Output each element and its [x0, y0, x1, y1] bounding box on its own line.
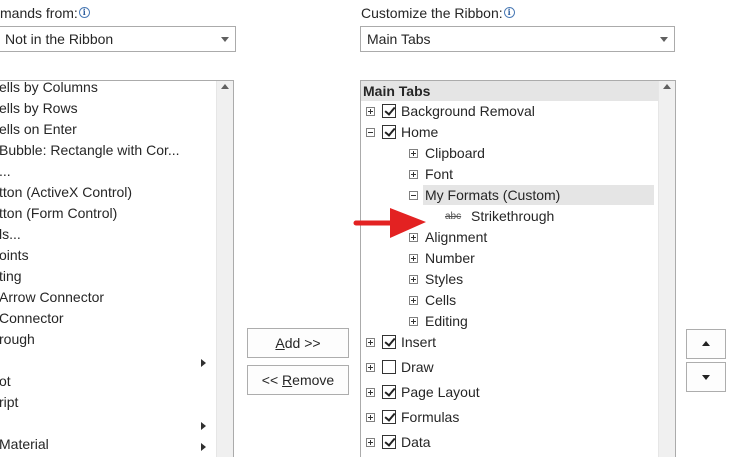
submenu-arrow-icon: [201, 422, 206, 430]
tab-checkbox[interactable]: [382, 385, 396, 399]
info-icon[interactable]: i: [78, 7, 90, 18]
list-item[interactable]: ells by Rows: [0, 100, 78, 116]
expand-plus-icon[interactable]: [409, 254, 418, 263]
add-button-label: Add >>: [275, 335, 321, 351]
customize-ribbon-label: Customize the Ribbon: i: [361, 5, 515, 21]
tree-item-label[interactable]: Number: [425, 250, 475, 266]
expand-plus-icon[interactable]: [409, 149, 418, 158]
move-down-button[interactable]: [686, 362, 726, 392]
ribbon-tree-scrollbar[interactable]: [658, 81, 675, 457]
tree-item-label[interactable]: Cells: [425, 292, 456, 308]
list-item[interactable]: ells on Enter: [0, 121, 77, 137]
tree-item-label[interactable]: My Formats (Custom): [425, 187, 560, 203]
tree-item-label[interactable]: Page Layout: [401, 384, 480, 400]
choose-commands-label: mands from: i: [0, 5, 90, 21]
customize-ribbon-combo[interactable]: Main Tabs: [360, 26, 675, 52]
chevron-down-icon[interactable]: [660, 37, 668, 42]
expand-plus-icon[interactable]: [409, 317, 418, 326]
list-item[interactable]: Bubble: Rectangle with Cor...: [0, 142, 180, 158]
expand-plus-icon[interactable]: [366, 438, 375, 447]
scroll-up-icon[interactable]: [663, 84, 671, 89]
tab-checkbox[interactable]: [382, 104, 396, 118]
list-item[interactable]: tton (ActiveX Control): [0, 184, 132, 200]
customize-ribbon-combo-value: Main Tabs: [367, 31, 431, 47]
tree-item-label[interactable]: Clipboard: [425, 145, 485, 161]
tree-header: Main Tabs: [361, 81, 658, 101]
expand-plus-icon[interactable]: [366, 338, 375, 347]
tree-item-label[interactable]: Background Removal: [401, 103, 535, 119]
expand-plus-icon[interactable]: [366, 363, 375, 372]
list-item[interactable]: ting: [0, 268, 22, 284]
annotation-arrow-icon: [353, 208, 426, 238]
list-item[interactable]: ript: [0, 394, 18, 410]
tab-checkbox[interactable]: [382, 435, 396, 449]
tree-header-label: Main Tabs: [363, 83, 431, 99]
tree-item-label[interactable]: Styles: [425, 271, 463, 287]
collapse-minus-icon[interactable]: [409, 191, 418, 200]
tab-checkbox[interactable]: [382, 335, 396, 349]
tab-checkbox[interactable]: [382, 360, 396, 374]
chevron-down-icon[interactable]: [221, 37, 229, 42]
expand-plus-icon[interactable]: [409, 170, 418, 179]
commands-list-scrollbar[interactable]: [216, 81, 233, 457]
strikethrough-abc-icon: abc: [445, 211, 462, 222]
tree-item-label[interactable]: Insert: [401, 334, 436, 350]
expand-plus-icon[interactable]: [366, 107, 375, 116]
info-icon[interactable]: i: [503, 7, 515, 18]
scroll-up-icon[interactable]: [221, 84, 229, 89]
move-down-arrow-icon: [702, 375, 710, 380]
submenu-arrow-icon: [201, 359, 206, 367]
expand-plus-icon[interactable]: [366, 388, 375, 397]
collapse-minus-icon[interactable]: [366, 128, 375, 137]
remove-button-label: << Remove: [261, 372, 335, 388]
tab-checkbox[interactable]: [382, 410, 396, 424]
tree-item-label[interactable]: Editing: [425, 313, 468, 329]
tab-checkbox[interactable]: [382, 125, 396, 139]
list-item[interactable]: tton (Form Control): [0, 205, 117, 221]
tree-item-label[interactable]: Formulas: [401, 409, 459, 425]
customize-ribbon-label-text: Customize the Ribbon:: [361, 5, 503, 21]
expand-plus-icon[interactable]: [409, 296, 418, 305]
expand-plus-icon[interactable]: [409, 275, 418, 284]
list-item[interactable]: Arrow Connector: [0, 289, 104, 305]
tree-item-label[interactable]: Data: [401, 434, 431, 450]
add-button[interactable]: Add >>: [247, 328, 349, 358]
list-item[interactable]: Material: [0, 436, 49, 452]
list-item[interactable]: ls...: [0, 226, 21, 242]
list-item[interactable]: ot: [0, 373, 11, 389]
submenu-arrow-icon: [201, 443, 206, 451]
list-item[interactable]: ells by Columns: [0, 79, 98, 95]
remove-button[interactable]: << Remove: [247, 365, 349, 395]
choose-commands-combo-value: Not in the Ribbon: [5, 31, 114, 47]
tree-item-label[interactable]: Draw: [401, 359, 434, 375]
list-item[interactable]: Connector: [0, 310, 64, 326]
list-item[interactable]: oints: [0, 247, 29, 263]
tree-item-label[interactable]: Font: [425, 166, 453, 182]
choose-commands-label-text: mands from:: [0, 5, 78, 21]
tree-item-label[interactable]: Alignment: [425, 229, 487, 245]
choose-commands-combo[interactable]: Not in the Ribbon: [0, 26, 236, 52]
move-up-button[interactable]: [686, 329, 726, 359]
list-item[interactable]: rough: [0, 331, 35, 347]
list-item[interactable]: ...: [0, 163, 11, 179]
tree-item-label[interactable]: Home: [401, 124, 438, 140]
tree-item-label[interactable]: Strikethrough: [471, 208, 554, 224]
expand-plus-icon[interactable]: [366, 413, 375, 422]
move-up-arrow-icon: [702, 341, 710, 346]
